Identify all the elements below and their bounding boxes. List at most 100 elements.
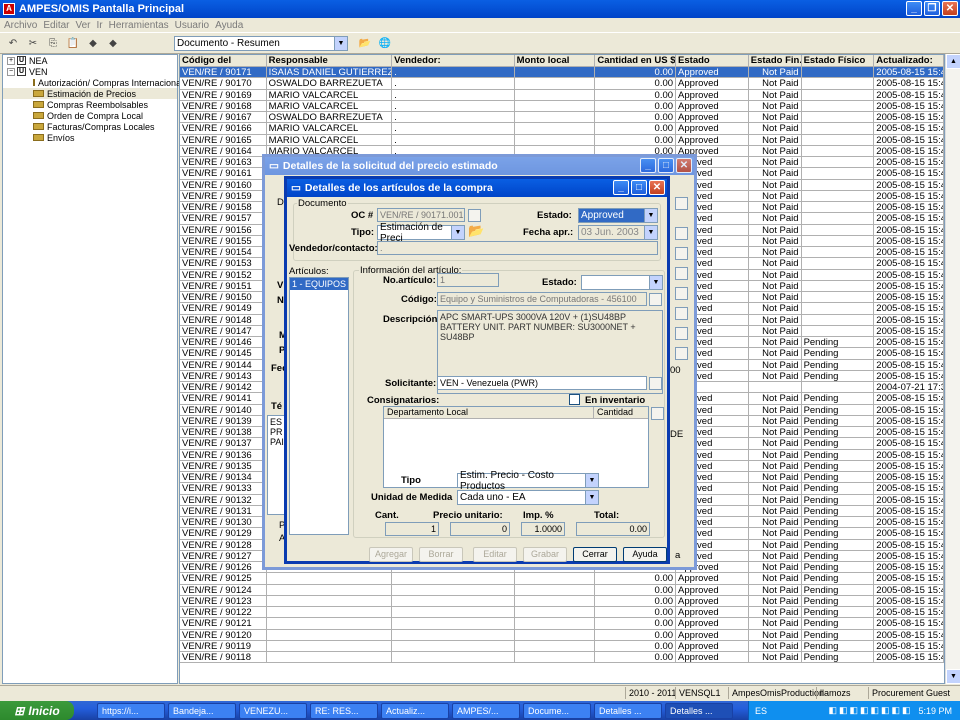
tree-node[interactable]: Orden de Compra Local bbox=[3, 110, 177, 121]
unidad-select[interactable]: Cada uno - EA ▼ bbox=[457, 490, 599, 505]
tree-node[interactable]: + U NEA bbox=[3, 55, 177, 66]
column-header[interactable]: Cantidad en US $ bbox=[595, 55, 677, 67]
column-header[interactable]: Estado Físico bbox=[801, 55, 875, 67]
cut-icon[interactable]: ✂ bbox=[24, 35, 42, 51]
table-row[interactable]: VEN/RE / 90170 OSWALDO BARREZUETA. 0.00 App… bbox=[180, 78, 944, 90]
menu-editar[interactable]: Editar bbox=[43, 20, 69, 31]
task-bandeja[interactable]: Bandeja... bbox=[168, 702, 236, 719]
cerrar-button[interactable]: Cerrar bbox=[573, 547, 617, 562]
codigo-lookup-button[interactable] bbox=[649, 293, 662, 306]
ayuda-button[interactable]: Ayuda bbox=[623, 547, 667, 562]
menu-herramientas[interactable]: Herramientas bbox=[109, 20, 169, 31]
open-folder-icon[interactable]: 📂 bbox=[356, 35, 374, 51]
oc-lookup-button[interactable] bbox=[468, 209, 481, 222]
menu-ayuda[interactable]: Ayuda bbox=[215, 20, 243, 31]
table-row[interactable]: VEN/RE / 90165 MARIO VALCARCEL. 0.00 Approv… bbox=[180, 134, 944, 146]
back-diamond-icon[interactable]: ◆ bbox=[84, 35, 102, 51]
table-row[interactable]: VEN/RE / 90168 MARIO VALCARCEL. 0.00 Approv… bbox=[180, 100, 944, 112]
tree-node[interactable]: Compras Reembolsables bbox=[3, 99, 177, 110]
tree-node[interactable]: Estimación de Precios bbox=[3, 88, 177, 99]
outer-maximize-button[interactable]: □ bbox=[658, 158, 674, 173]
table-row[interactable]: VEN/RE / 90122 0.00 Approved Not Paid Pendin… bbox=[180, 607, 944, 619]
collapse-icon[interactable]: − bbox=[7, 67, 15, 76]
articulos-list[interactable]: 1 - EQUIPOS D bbox=[289, 277, 349, 535]
menu-usuario[interactable]: Usuario bbox=[175, 20, 209, 31]
editar-button[interactable]: Editar bbox=[473, 547, 517, 562]
column-header[interactable]: Monto local bbox=[514, 55, 596, 67]
outer-side-button[interactable] bbox=[675, 247, 688, 260]
scroll-down-icon[interactable]: ▼ bbox=[946, 669, 960, 684]
forward-diamond-icon[interactable]: ◆ bbox=[104, 35, 122, 51]
task-detalles-2[interactable]: Detalles ... bbox=[665, 702, 733, 719]
view-select[interactable]: Documento - Resumen ▼ bbox=[174, 35, 348, 51]
paste-icon[interactable]: 📋 bbox=[64, 35, 82, 51]
tree-node[interactable]: − U VEN bbox=[3, 66, 177, 77]
codigo-field[interactable]: Equipo y Suministros de Computadoras - 4… bbox=[437, 292, 647, 306]
dialog-maximize-button[interactable]: □ bbox=[631, 180, 647, 195]
total-field[interactable]: 0.00 bbox=[576, 522, 650, 536]
scroll-up-icon[interactable]: ▲ bbox=[946, 54, 960, 69]
table-row[interactable]: VEN/RE / 90166 MARIO VALCARCEL. 0.00 Approv… bbox=[180, 123, 944, 135]
grid-scrollbar[interactable]: ▲ ▼ bbox=[945, 54, 960, 684]
restore-button[interactable]: ❐ bbox=[924, 1, 940, 16]
list-item[interactable]: 1 - EQUIPOS D bbox=[290, 278, 348, 290]
column-header[interactable]: Código del bbox=[180, 55, 267, 67]
precio-field[interactable]: 0 bbox=[450, 522, 510, 536]
globe-icon[interactable]: 🌐 bbox=[376, 35, 394, 51]
estado-select[interactable]: Approved ▼ bbox=[578, 208, 658, 223]
close-button[interactable]: ✕ bbox=[942, 1, 958, 16]
table-row[interactable]: VEN/RE / 90120 0.00 Approved Not Paid Pendin… bbox=[180, 629, 944, 641]
outer-side-button[interactable] bbox=[675, 267, 688, 280]
minimize-button[interactable]: _ bbox=[906, 1, 922, 16]
outer-side-button[interactable] bbox=[675, 307, 688, 320]
dialog-minimize-button[interactable]: _ bbox=[613, 180, 629, 195]
borrar-button[interactable]: Borrar bbox=[419, 547, 463, 562]
no-articulo-field[interactable]: 1 bbox=[437, 273, 499, 287]
table-row[interactable]: VEN/RE / 90123 0.00 Approved Not Paid Pendin… bbox=[180, 595, 944, 607]
column-header[interactable]: Vendedor: bbox=[392, 55, 515, 67]
table-row[interactable]: VEN/RE / 90169 MARIO VALCARCEL. 0.00 Approv… bbox=[180, 89, 944, 101]
table-row[interactable]: VEN/RE / 90125 0.00 Approved Not Paid Pendin… bbox=[180, 573, 944, 585]
language-indicator[interactable]: ES bbox=[755, 706, 767, 716]
estado-item-select[interactable]: ▼ bbox=[581, 275, 663, 290]
outer-side-button[interactable] bbox=[675, 347, 688, 360]
task-actualiz[interactable]: Actualiz... bbox=[381, 702, 449, 719]
table-row[interactable]: VEN/RE / 90171 ISAIAS DANIEL GUTIERREZ. 0.… bbox=[180, 67, 944, 79]
column-header[interactable]: Estado Fin. bbox=[748, 55, 802, 67]
outer-close-button[interactable]: ✕ bbox=[676, 158, 692, 173]
tree-node[interactable]: Facturas/Compras Locales bbox=[3, 121, 177, 132]
vendedor-field[interactable]: . bbox=[377, 241, 658, 255]
tipo-item-select[interactable]: Estim. Precio - Costo Productos ▼ bbox=[457, 470, 599, 492]
tree-node[interactable]: Envíos bbox=[3, 132, 177, 143]
task-ampes[interactable]: AMPES/... bbox=[452, 702, 520, 719]
task-docume[interactable]: Docume... bbox=[523, 702, 591, 719]
expand-icon[interactable]: + bbox=[7, 56, 15, 65]
task-venezu[interactable]: VENEZU... bbox=[239, 702, 307, 719]
task-re-res[interactable]: RE: RES... bbox=[310, 702, 378, 719]
fecha-select[interactable]: 03 Jun. 2003 ▼ bbox=[578, 225, 658, 240]
table-row[interactable]: VEN/RE / 90167 OSWALDO BARREZUETA. 0.00 App… bbox=[180, 112, 944, 124]
grabar-button[interactable]: Grabar bbox=[523, 547, 567, 562]
column-header[interactable]: Estado bbox=[676, 55, 749, 67]
open-folder-icon[interactable]: 📂 bbox=[468, 223, 486, 239]
tree-node[interactable]: Autorización/ Compras Internaciona bbox=[3, 77, 181, 88]
solicitante-field[interactable]: VEN - Venezuela (PWR) bbox=[437, 376, 647, 390]
outer-side-button[interactable] bbox=[675, 287, 688, 300]
table-row[interactable]: VEN/RE / 90124 0.00 Approved Not Paid Pendin… bbox=[180, 584, 944, 596]
menu-archivo[interactable]: Archivo bbox=[4, 20, 37, 31]
tipo-select[interactable]: Estimación de Preci ▼ bbox=[377, 222, 465, 244]
menu-ir[interactable]: Ir bbox=[97, 20, 103, 31]
column-header[interactable]: Responsable bbox=[266, 55, 393, 67]
undo-icon[interactable]: ↶ bbox=[4, 35, 22, 51]
imp-field[interactable]: 1.0000 bbox=[521, 522, 565, 536]
table-row[interactable]: VEN/RE / 90121 0.00 Approved Not Paid Pendin… bbox=[180, 618, 944, 630]
oc-number-field[interactable]: VEN/RE / 90171.001 bbox=[377, 208, 465, 222]
table-row[interactable]: VEN/RE / 90119 0.00 Approved Not Paid Pendin… bbox=[180, 640, 944, 652]
inventario-checkbox[interactable] bbox=[569, 394, 580, 405]
menu-ver[interactable]: Ver bbox=[75, 20, 90, 31]
column-header[interactable]: Actualizado: bbox=[874, 55, 944, 67]
outer-side-button[interactable] bbox=[675, 227, 688, 240]
solicitante-lookup-button[interactable] bbox=[649, 377, 662, 390]
table-row[interactable]: VEN/RE / 90118 0.00 Approved Not Paid Pendin… bbox=[180, 652, 944, 664]
outer-dropdown-button[interactable] bbox=[675, 197, 688, 210]
